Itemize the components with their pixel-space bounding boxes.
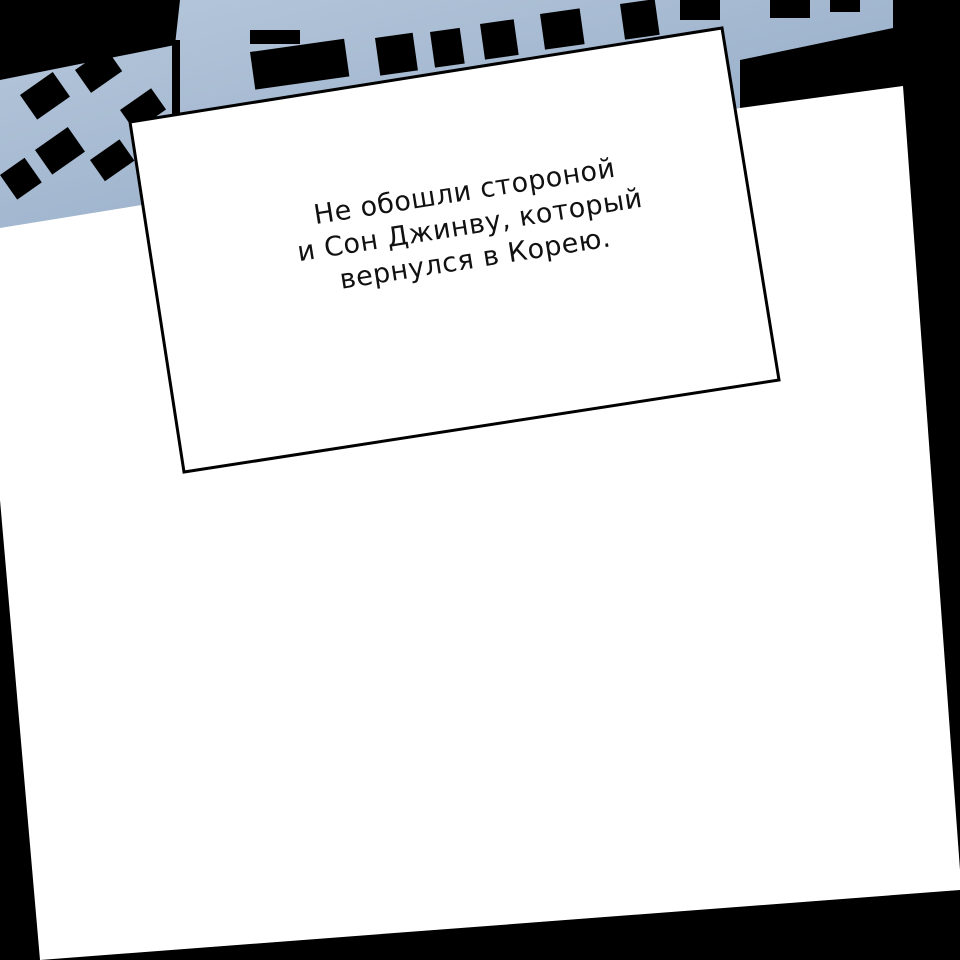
comic-page: Не обошли стороной и Сон Джинву, который… — [0, 0, 960, 960]
comic-artwork — [0, 0, 960, 960]
